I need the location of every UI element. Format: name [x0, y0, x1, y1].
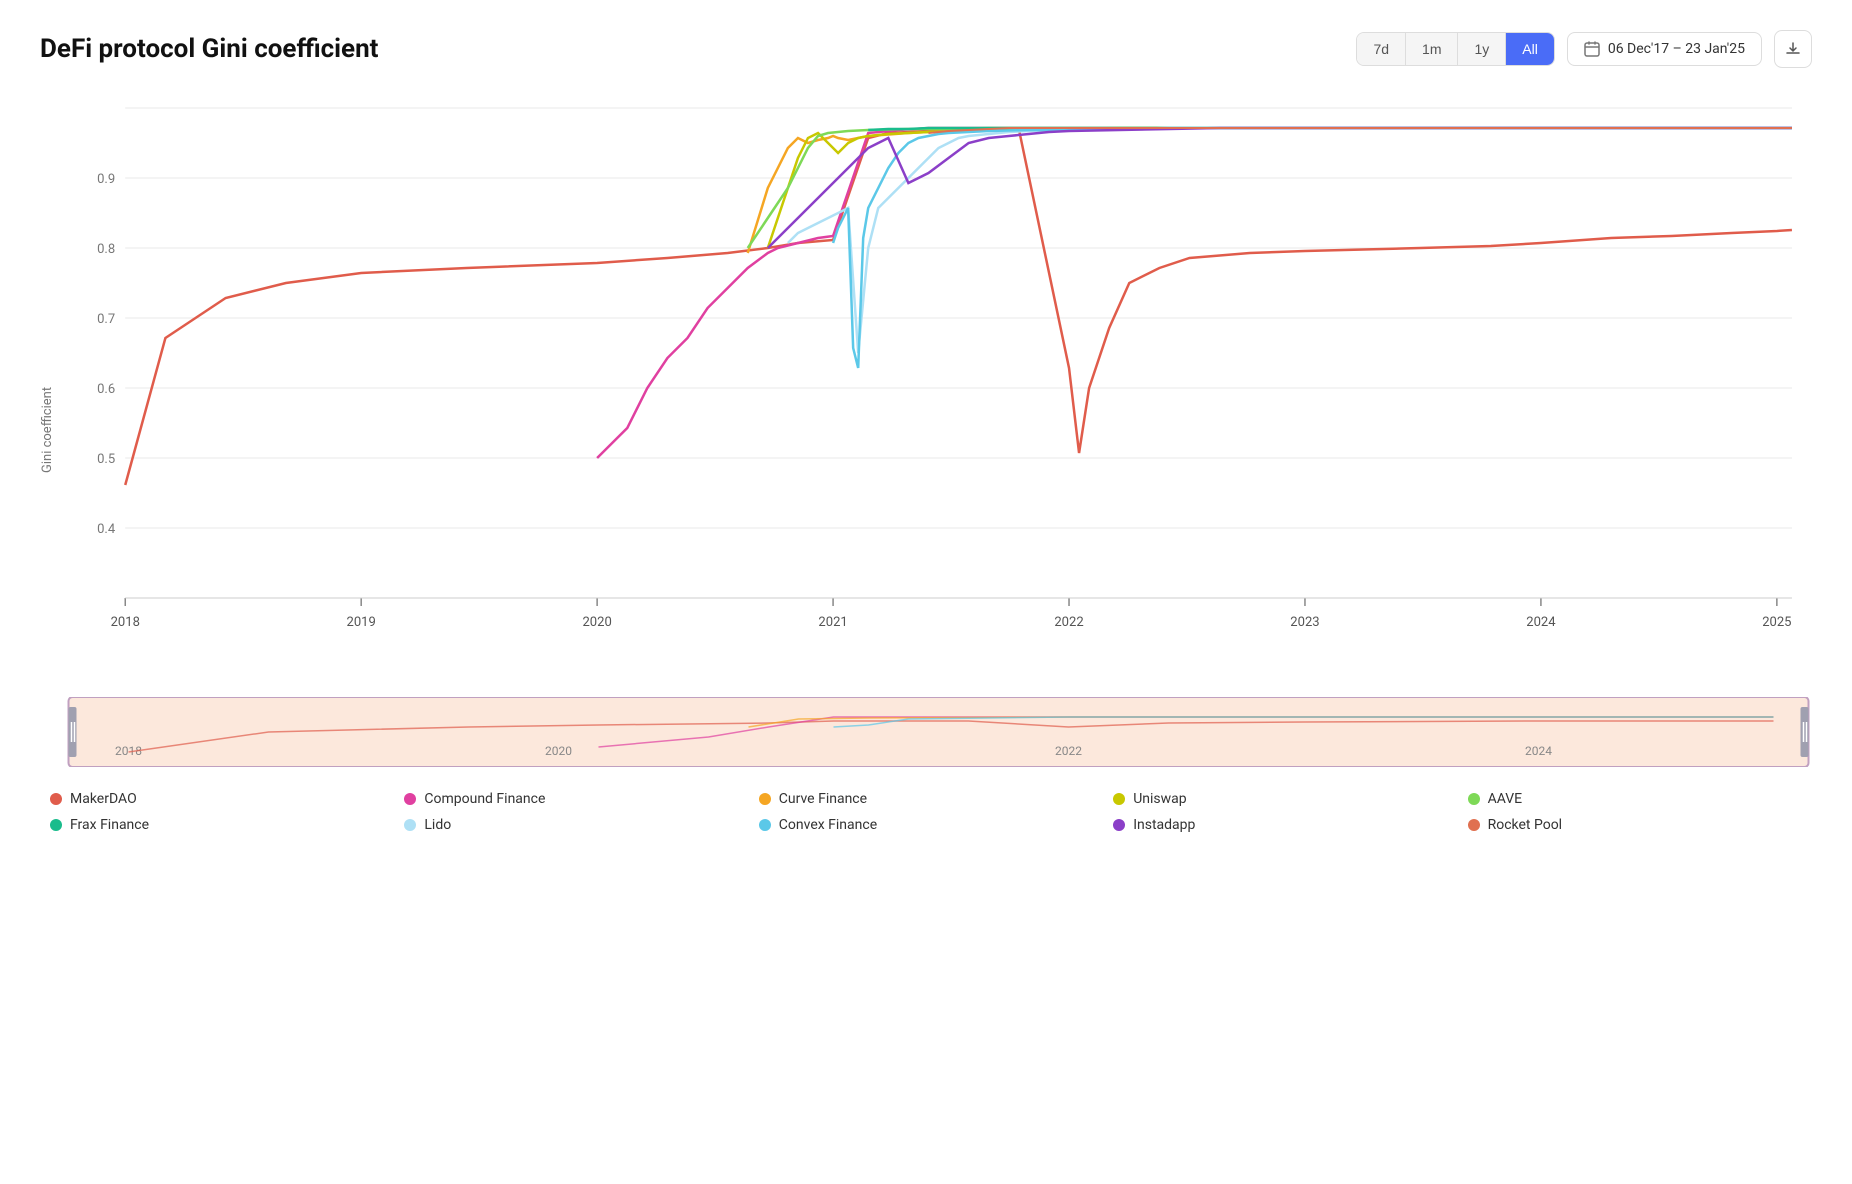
legend-dot-lido [404, 819, 416, 831]
download-icon [1785, 41, 1801, 57]
legend-label-aave: AAVE [1488, 791, 1523, 807]
svg-text:2022: 2022 [1055, 744, 1082, 758]
svg-text:2023: 2023 [1290, 615, 1319, 630]
svg-text:0.4: 0.4 [97, 522, 116, 537]
svg-text:2025: 2025 [1762, 615, 1791, 630]
time-btn-1m[interactable]: 1m [1406, 33, 1458, 65]
legend-dot-makerdao [50, 793, 62, 805]
svg-text:2018: 2018 [111, 615, 140, 630]
legend-item-aave: AAVE [1468, 791, 1802, 807]
page-container: DeFi protocol Gini coefficient 7d 1m 1y … [0, 0, 1852, 863]
legend-item-curve: Curve Finance [759, 791, 1093, 807]
chart-inner: 0.9 0.8 0.7 0.6 0.5 0.4 [65, 88, 1812, 771]
time-button-group: 7d 1m 1y All [1356, 32, 1554, 66]
svg-text:2020: 2020 [582, 615, 611, 630]
legend-label-instadapp: Instadapp [1133, 817, 1195, 833]
time-btn-7d[interactable]: 7d [1357, 33, 1406, 65]
svg-text:2024: 2024 [1526, 615, 1556, 630]
controls: 7d 1m 1y All 06 Dec'17 – 23 Jan'25 [1356, 30, 1812, 68]
svg-text:0.8: 0.8 [97, 242, 115, 257]
legend-dot-aave [1468, 793, 1480, 805]
svg-text:0.7: 0.7 [97, 312, 115, 327]
legend-dot-instadapp [1113, 819, 1125, 831]
legend-item-frax: Frax Finance [50, 817, 384, 833]
legend-item-rocketpool: Rocket Pool [1468, 817, 1802, 833]
svg-text:0.9: 0.9 [97, 172, 115, 187]
legend-item-makerdao: MakerDAO [50, 791, 384, 807]
legend-item-compound: Compound Finance [404, 791, 738, 807]
legend-item-instadapp: Instadapp [1113, 817, 1447, 833]
calendar-icon [1584, 41, 1600, 57]
legend-dot-curve [759, 793, 771, 805]
download-button[interactable] [1774, 30, 1812, 68]
legend-dot-rocketpool [1468, 819, 1480, 831]
svg-text:0.6: 0.6 [97, 382, 115, 397]
legend-label-compound: Compound Finance [424, 791, 545, 807]
header: DeFi protocol Gini coefficient 7d 1m 1y … [40, 30, 1812, 68]
svg-text:0.5: 0.5 [97, 452, 115, 467]
legend-item-uniswap: Uniswap [1113, 791, 1447, 807]
legend-label-frax: Frax Finance [70, 817, 149, 833]
time-btn-1y[interactable]: 1y [1458, 33, 1506, 65]
svg-text:2022: 2022 [1054, 615, 1083, 630]
legend-item-lido: Lido [404, 817, 738, 833]
mini-chart-svg: 2018 2020 2022 2024 [65, 697, 1812, 767]
legend-label-uniswap: Uniswap [1133, 791, 1186, 807]
makerdao-line [125, 129, 1792, 485]
chart-area: Gini coefficient 0.9 [40, 88, 1812, 833]
chart-wrapper: Gini coefficient 0.9 [40, 88, 1812, 771]
svg-text:2024: 2024 [1525, 744, 1552, 758]
y-axis-label: Gini coefficient [40, 88, 55, 771]
legend-label-lido: Lido [424, 817, 451, 833]
legend-label-convex: Convex Finance [779, 817, 877, 833]
uniswap-line [768, 128, 1792, 248]
legend-label-curve: Curve Finance [779, 791, 867, 807]
svg-text:2019: 2019 [347, 615, 376, 630]
svg-text:2021: 2021 [818, 615, 847, 630]
legend-dot-convex [759, 819, 771, 831]
legend-dot-frax [50, 819, 62, 831]
lido-line [788, 128, 1792, 353]
legend-label-makerdao: MakerDAO [70, 791, 137, 807]
page-title: DeFi protocol Gini coefficient [40, 34, 378, 64]
main-chart: 0.9 0.8 0.7 0.6 0.5 0.4 [65, 88, 1812, 692]
time-btn-all[interactable]: All [1506, 33, 1554, 65]
instadapp-line [768, 128, 1792, 248]
legend-dot-uniswap [1113, 793, 1125, 805]
svg-text:2020: 2020 [545, 744, 572, 758]
date-range-picker[interactable]: 06 Dec'17 – 23 Jan'25 [1567, 32, 1762, 66]
legend-item-convex: Convex Finance [759, 817, 1093, 833]
mini-chart-container: 2018 2020 2022 2024 [65, 697, 1812, 771]
legend-dot-compound [404, 793, 416, 805]
main-chart-svg: 0.9 0.8 0.7 0.6 0.5 0.4 [65, 88, 1812, 688]
date-range-text: 06 Dec'17 – 23 Jan'25 [1608, 41, 1745, 57]
legend-label-rocketpool: Rocket Pool [1488, 817, 1563, 833]
chart-legend: MakerDAO Compound Finance Curve Finance … [40, 791, 1812, 833]
